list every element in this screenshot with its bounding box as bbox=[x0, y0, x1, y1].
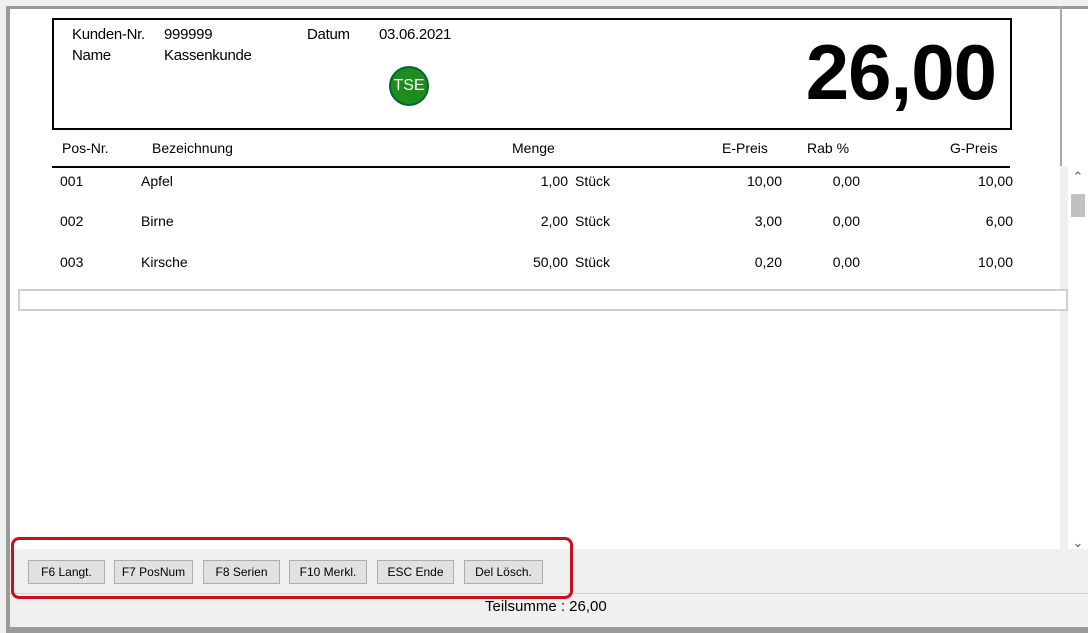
row-description: Kirsche bbox=[141, 254, 188, 270]
row-unit-price: 0,20 bbox=[754, 254, 782, 270]
row-discount: 0,00 bbox=[832, 173, 860, 189]
name-value: Kassenkunde bbox=[164, 47, 252, 64]
scroll-thumb[interactable] bbox=[1071, 194, 1085, 217]
customer-no-label: Kunden-Nr. bbox=[72, 26, 145, 43]
receipt-header: Kunden-Nr. 999999 Datum 03.06.2021 Name … bbox=[52, 18, 1012, 130]
item-input-field[interactable] bbox=[18, 289, 1068, 311]
date-value: 03.06.2021 bbox=[379, 26, 452, 43]
row-quantity: 1,00 bbox=[540, 173, 568, 189]
col-header-total-price: G-Preis bbox=[950, 140, 998, 156]
row-pos: 003 bbox=[60, 254, 84, 270]
col-header-quantity: Menge bbox=[512, 140, 555, 156]
row-discount: 0,00 bbox=[832, 213, 860, 229]
date-label: Datum bbox=[307, 26, 350, 43]
column-headers: Pos-Nr. Bezeichnung Menge E-Preis Rab % … bbox=[6, 136, 1066, 166]
col-header-discount: Rab % bbox=[807, 140, 850, 156]
row-quantity: 50,00 bbox=[532, 254, 568, 270]
vertical-scrollbar[interactable]: ⌃ ⌄ bbox=[1068, 166, 1088, 553]
row-unit: Stück bbox=[575, 173, 611, 189]
row-discount: 0,00 bbox=[832, 254, 860, 270]
row-total-price: 10,00 bbox=[977, 254, 1013, 270]
row-pos: 002 bbox=[60, 213, 84, 229]
toolbar-highlight-annotation bbox=[11, 537, 573, 599]
row-description: Apfel bbox=[141, 173, 173, 189]
col-header-pos: Pos-Nr. bbox=[62, 140, 109, 156]
customer-no-value: 999999 bbox=[164, 26, 213, 43]
row-quantity: 2,00 bbox=[540, 213, 568, 229]
row-description: Birne bbox=[141, 213, 174, 229]
row-total-price: 10,00 bbox=[977, 173, 1013, 189]
scroll-up-icon[interactable]: ⌃ bbox=[1068, 166, 1088, 184]
col-header-description: Bezeichnung bbox=[152, 140, 233, 156]
window-frame-bottom bbox=[10, 627, 1088, 633]
row-unit-price: 10,00 bbox=[746, 173, 782, 189]
row-total-price: 6,00 bbox=[985, 213, 1013, 229]
grand-total: 26,00 bbox=[805, 28, 997, 116]
row-unit-price: 3,00 bbox=[754, 213, 782, 229]
row-pos: 001 bbox=[60, 173, 84, 189]
name-label: Name bbox=[72, 47, 111, 64]
header-divider bbox=[52, 166, 1010, 168]
subtotal-text: Teilsumme : 26,00 bbox=[485, 598, 607, 615]
pos-window: Kunden-Nr. 999999 Datum 03.06.2021 Name … bbox=[6, 6, 1088, 633]
col-header-unit-price: E-Preis bbox=[722, 140, 768, 156]
row-unit: Stück bbox=[575, 254, 611, 270]
tse-badge: TSE bbox=[389, 66, 429, 106]
receipt-panel: Kunden-Nr. 999999 Datum 03.06.2021 Name … bbox=[10, 9, 1060, 549]
row-unit: Stück bbox=[575, 213, 611, 229]
